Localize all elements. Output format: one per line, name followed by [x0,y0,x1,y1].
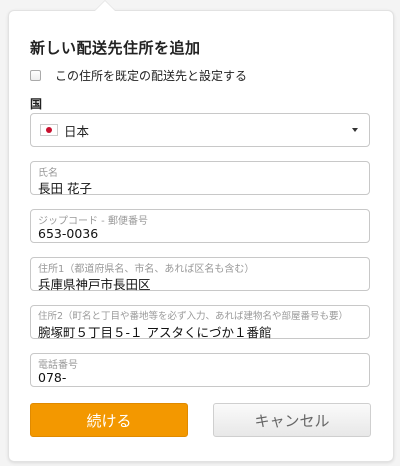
default-address-label: この住所を既定の配送先と設定する [55,69,248,83]
default-address-checkbox[interactable] [30,70,41,81]
zip-field-label: ジップコード - 郵便番号 [38,216,148,227]
phone-field-value[interactable]: 078- [38,370,66,385]
address2-field-value[interactable]: 腕塚町５丁目５-１ アスタくにづか１番館 [38,322,272,341]
zip-field[interactable]: ジップコード - 郵便番号 653-0036 [30,209,370,243]
country-selected-value: 日本 [64,123,90,139]
phone-field-label: 電話番号 [38,360,78,371]
name-field[interactable]: 氏名 長田 花子 [30,161,370,197]
dropdown-arrow-icon [352,128,358,132]
dialog-title: 新しい配送先住所を追加 [30,39,201,57]
address1-field-label: 住所1（都道府県名、市名、あれば区名も含む） [38,264,255,275]
address2-field[interactable]: 住所2（町名と丁目や番地等を必ず入力、あれば建物名や部屋番号も要） 腕塚町５丁目… [30,305,370,341]
phone-field[interactable]: 電話番号 078- [30,353,370,387]
cancel-button[interactable]: キャンセル [213,403,371,437]
country-select[interactable]: 日本 [30,113,370,147]
add-address-dialog: 新しい配送先住所を追加 この住所を既定の配送先と設定する 国 日本 氏名 長田 … [8,0,394,462]
address1-field-value[interactable]: 兵庫県神戸市長田区 [38,274,151,293]
address1-field[interactable]: 住所1（都道府県名、市名、あれば区名も含む） 兵庫県神戸市長田区 [30,257,370,293]
country-label: 国 [30,97,43,111]
name-field-value[interactable]: 長田 花子 [38,178,92,197]
zip-field-value[interactable]: 653-0036 [38,226,98,241]
dialog-pointer-inner [95,1,115,11]
name-field-label: 氏名 [38,168,58,179]
continue-button[interactable]: 続ける [30,403,188,437]
japan-flag-icon [40,124,58,136]
default-address-option[interactable]: この住所を既定の配送先と設定する [30,67,247,84]
address2-field-label: 住所2（町名と丁目や番地等を必ず入力、あれば建物名や部屋番号も要） [38,311,349,322]
